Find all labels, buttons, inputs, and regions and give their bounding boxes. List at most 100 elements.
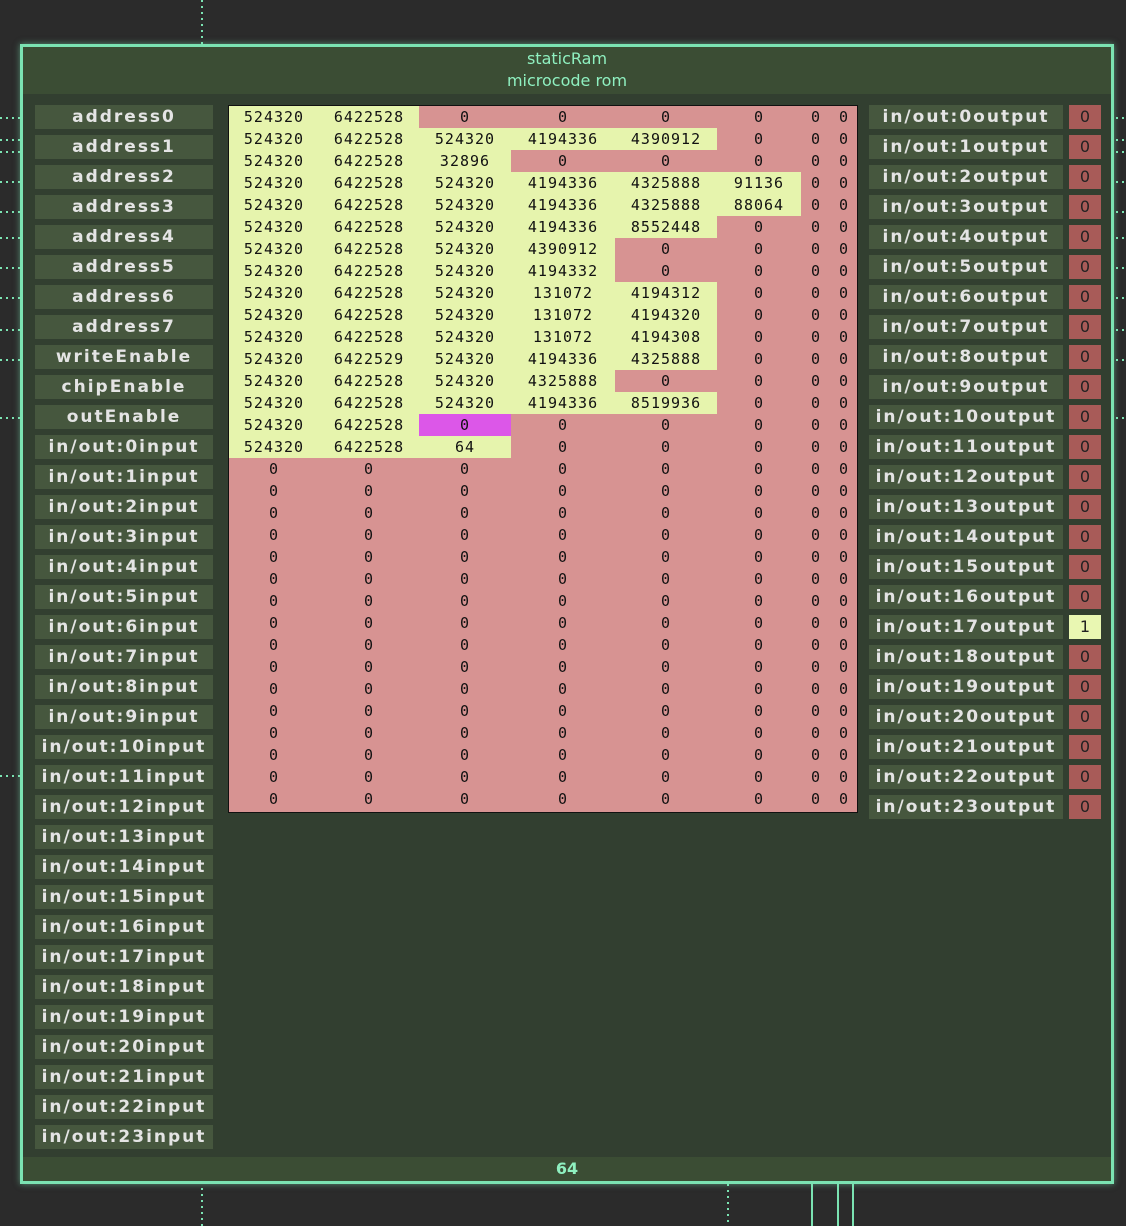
memory-cell[interactable]: 0 bbox=[511, 524, 615, 546]
memory-cell[interactable]: 0 bbox=[615, 480, 717, 502]
output-pin[interactable]: in/out:12output bbox=[869, 465, 1063, 489]
memory-cell[interactable]: 0 bbox=[831, 370, 857, 392]
memory-cell[interactable]: 0 bbox=[801, 106, 831, 128]
memory-cell[interactable]: 0 bbox=[717, 282, 801, 304]
memory-cell[interactable]: 0 bbox=[229, 590, 319, 612]
memory-cell[interactable]: 524320 bbox=[229, 216, 319, 238]
memory-cell[interactable]: 0 bbox=[801, 634, 831, 656]
memory-cell[interactable]: 0 bbox=[419, 634, 511, 656]
memory-cell[interactable]: 0 bbox=[615, 700, 717, 722]
memory-cell[interactable]: 0 bbox=[801, 678, 831, 700]
memory-cell[interactable]: 0 bbox=[319, 678, 419, 700]
input-pin[interactable]: in/out:5input bbox=[35, 585, 213, 609]
input-pin[interactable]: in/out:9input bbox=[35, 705, 213, 729]
input-pin[interactable]: in/out:0input bbox=[35, 435, 213, 459]
memory-cell[interactable]: 0 bbox=[831, 128, 857, 150]
input-pin[interactable]: in/out:14input bbox=[35, 855, 213, 879]
memory-cell[interactable]: 131072 bbox=[511, 304, 615, 326]
memory-cell[interactable]: 0 bbox=[615, 150, 717, 172]
memory-cell[interactable]: 0 bbox=[717, 744, 801, 766]
memory-cell[interactable]: 0 bbox=[615, 370, 717, 392]
memory-cell[interactable]: 0 bbox=[801, 348, 831, 370]
memory-cell[interactable]: 6422528 bbox=[319, 216, 419, 238]
memory-cell[interactable]: 0 bbox=[717, 150, 801, 172]
memory-cell[interactable]: 0 bbox=[717, 392, 801, 414]
memory-cell[interactable]: 0 bbox=[615, 744, 717, 766]
memory-cell[interactable]: 0 bbox=[615, 678, 717, 700]
memory-cell[interactable]: 0 bbox=[615, 436, 717, 458]
memory-cell[interactable]: 6422528 bbox=[319, 414, 419, 436]
memory-cell[interactable]: 0 bbox=[511, 634, 615, 656]
memory-cell[interactable]: 0 bbox=[831, 766, 857, 788]
memory-cell[interactable]: 0 bbox=[229, 744, 319, 766]
memory-cell[interactable]: 6422528 bbox=[319, 326, 419, 348]
memory-cell[interactable]: 0 bbox=[717, 656, 801, 678]
memory-cell[interactable]: 0 bbox=[717, 590, 801, 612]
input-pin[interactable]: in/out:16input bbox=[35, 915, 213, 939]
memory-cell[interactable]: 0 bbox=[229, 458, 319, 480]
memory-cell[interactable]: 0 bbox=[831, 194, 857, 216]
input-pin[interactable]: in/out:19input bbox=[35, 1005, 213, 1029]
memory-cell[interactable]: 524320 bbox=[229, 414, 319, 436]
memory-cell[interactable]: 131072 bbox=[511, 282, 615, 304]
memory-cell[interactable]: 6422528 bbox=[319, 150, 419, 172]
memory-cell[interactable]: 0 bbox=[511, 744, 615, 766]
memory-cell[interactable]: 0 bbox=[801, 480, 831, 502]
memory-cell[interactable]: 0 bbox=[229, 656, 319, 678]
input-pin[interactable]: in/out:11input bbox=[35, 765, 213, 789]
memory-cell[interactable]: 0 bbox=[801, 744, 831, 766]
memory-cell[interactable]: 0 bbox=[831, 480, 857, 502]
memory-cell[interactable]: 0 bbox=[229, 766, 319, 788]
memory-cell[interactable]: 4390912 bbox=[615, 128, 717, 150]
output-pin[interactable]: in/out:9output bbox=[869, 375, 1063, 399]
memory-cell[interactable]: 0 bbox=[831, 282, 857, 304]
memory-cell[interactable]: 0 bbox=[717, 480, 801, 502]
memory-cell[interactable]: 524320 bbox=[229, 260, 319, 282]
input-pin[interactable]: in/out:15input bbox=[35, 885, 213, 909]
memory-cell[interactable]: 0 bbox=[801, 700, 831, 722]
memory-cell[interactable]: 0 bbox=[615, 788, 717, 810]
memory-cell[interactable]: 0 bbox=[831, 150, 857, 172]
memory-cell[interactable]: 91136 bbox=[717, 172, 801, 194]
memory-cell[interactable]: 0 bbox=[615, 502, 717, 524]
memory-cell[interactable]: 0 bbox=[831, 722, 857, 744]
output-pin[interactable]: in/out:2output bbox=[869, 165, 1063, 189]
memory-cell[interactable]: 0 bbox=[801, 568, 831, 590]
memory-cell[interactable]: 0 bbox=[511, 480, 615, 502]
output-pin[interactable]: in/out:18output bbox=[869, 645, 1063, 669]
memory-cell[interactable]: 6422529 bbox=[319, 348, 419, 370]
memory-cell[interactable]: 4194336 bbox=[511, 194, 615, 216]
memory-cell[interactable]: 6422528 bbox=[319, 392, 419, 414]
memory-cell[interactable]: 0 bbox=[801, 722, 831, 744]
memory-cell[interactable]: 6422528 bbox=[319, 106, 419, 128]
output-pin[interactable]: in/out:13output bbox=[869, 495, 1063, 519]
memory-cell[interactable]: 0 bbox=[801, 392, 831, 414]
memory-cell[interactable]: 0 bbox=[511, 678, 615, 700]
memory-cell[interactable]: 0 bbox=[801, 150, 831, 172]
memory-cell[interactable]: 0 bbox=[717, 678, 801, 700]
memory-cell[interactable]: 64 bbox=[419, 436, 511, 458]
memory-cell[interactable]: 0 bbox=[511, 150, 615, 172]
memory-cell[interactable]: 0 bbox=[319, 722, 419, 744]
memory-cell[interactable]: 0 bbox=[801, 656, 831, 678]
input-pin[interactable]: in/out:18input bbox=[35, 975, 213, 999]
memory-cell[interactable]: 0 bbox=[717, 436, 801, 458]
memory-cell[interactable]: 0 bbox=[615, 414, 717, 436]
memory-cell[interactable]: 0 bbox=[831, 436, 857, 458]
memory-cell[interactable]: 0 bbox=[419, 568, 511, 590]
memory-cell[interactable]: 0 bbox=[319, 766, 419, 788]
memory-cell[interactable]: 0 bbox=[831, 524, 857, 546]
memory-cell[interactable]: 0 bbox=[419, 678, 511, 700]
memory-cell[interactable]: 524320 bbox=[419, 172, 511, 194]
memory-cell[interactable]: 0 bbox=[831, 590, 857, 612]
memory-cell[interactable]: 0 bbox=[615, 766, 717, 788]
memory-cell[interactable]: 0 bbox=[831, 106, 857, 128]
memory-cell[interactable]: 0 bbox=[615, 260, 717, 282]
memory-cell[interactable]: 0 bbox=[511, 568, 615, 590]
memory-cell[interactable]: 0 bbox=[831, 238, 857, 260]
memory-cell[interactable]: 0 bbox=[801, 370, 831, 392]
memory-cell[interactable]: 0 bbox=[419, 700, 511, 722]
input-pin[interactable]: outEnable bbox=[35, 405, 213, 429]
memory-cell[interactable]: 4194336 bbox=[511, 392, 615, 414]
output-pin[interactable]: in/out:17output bbox=[869, 615, 1063, 639]
